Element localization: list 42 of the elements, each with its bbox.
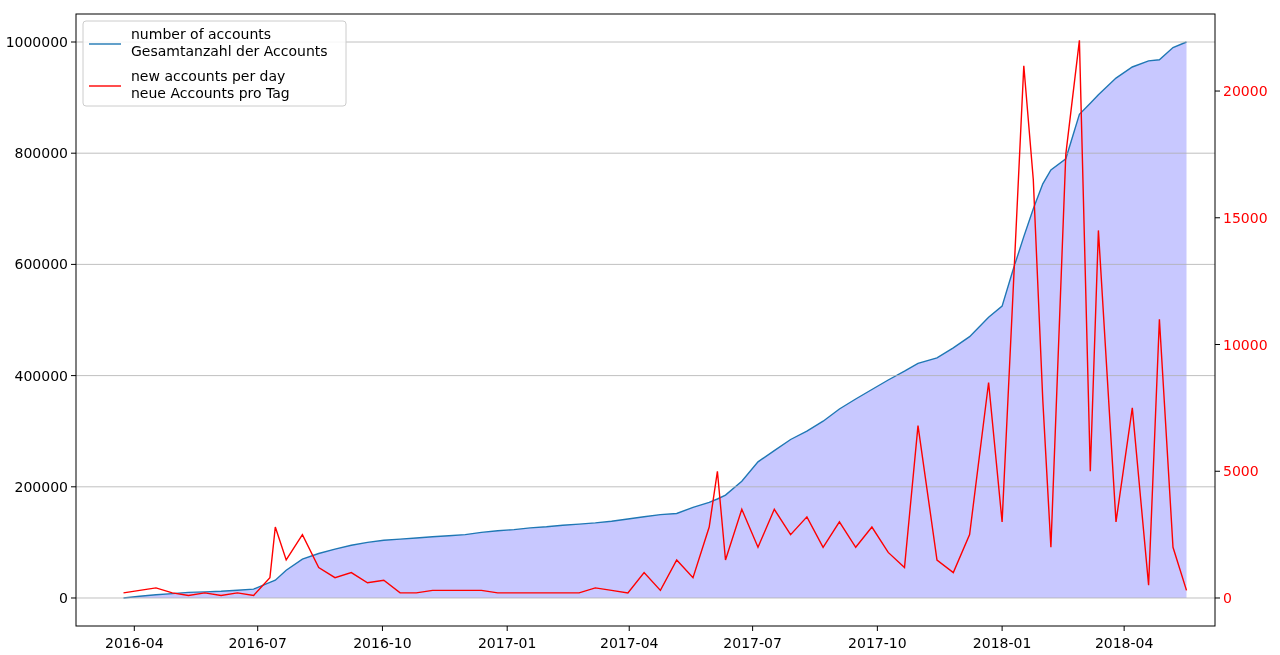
tick-mark — [1214, 90, 1221, 92]
x-tick-label: 2016-04 — [105, 635, 164, 651]
legend-label: new accounts per day neue Accounts pro Tag — [131, 68, 290, 101]
y-tick-label: 200000 — [14, 478, 68, 495]
tick-mark — [70, 152, 77, 154]
tick-mark — [628, 625, 630, 632]
tick-mark — [70, 597, 77, 599]
y-tick-label: 10000 — [1223, 336, 1268, 353]
tick-mark — [752, 625, 754, 632]
x-tick-label: 2017-07 — [723, 635, 782, 651]
x-tick-label: 2017-10 — [848, 635, 907, 651]
y-tick-label: 0 — [59, 590, 68, 606]
tick-mark — [1214, 470, 1221, 472]
tick-mark — [257, 625, 259, 632]
tick-mark — [381, 625, 383, 632]
x-tick-label: 2017-04 — [600, 635, 659, 651]
tick-mark — [70, 41, 77, 43]
tick-mark — [1214, 344, 1221, 345]
tick-mark — [1214, 217, 1221, 219]
legend-label: number of accounts Gesamtanzahl der Accounts — [131, 26, 328, 59]
tick-mark — [133, 625, 135, 632]
y-tick-label: 600000 — [14, 256, 68, 273]
y-tick-label: 1000000 — [5, 34, 68, 50]
y-tick-label: 5000 — [1223, 463, 1259, 480]
tick-mark — [70, 263, 77, 265]
x-tick-label: 2017-01 — [477, 635, 537, 651]
tick-mark — [70, 375, 77, 377]
x-tick-label: 2016-07 — [228, 635, 287, 651]
x-tick-label: 2016-10 — [353, 635, 412, 651]
tick-mark — [1001, 625, 1003, 632]
y-tick-label: 0 — [1223, 590, 1232, 606]
y-tick-label: 400000 — [14, 367, 68, 384]
tick-mark — [1123, 625, 1125, 632]
tick-mark — [1214, 597, 1221, 599]
y-tick-label: 800000 — [14, 145, 68, 162]
x-tick-label: 2018-04 — [1094, 635, 1154, 651]
y-tick-label: 20000 — [1223, 83, 1268, 100]
tick-mark — [70, 486, 77, 488]
tick-mark — [876, 625, 878, 632]
tick-mark — [506, 625, 508, 632]
y-tick-label: 15000 — [1223, 209, 1268, 226]
x-tick-label: 2018-01 — [972, 635, 1032, 651]
